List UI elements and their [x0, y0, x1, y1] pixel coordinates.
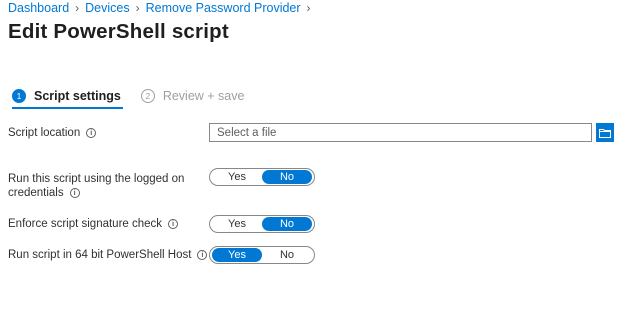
script-location-input[interactable]: [209, 123, 592, 142]
run-64bit-no[interactable]: No: [262, 248, 312, 262]
info-icon[interactable]: i: [86, 127, 97, 138]
step-review-save[interactable]: 2 Review + save: [140, 89, 245, 103]
enforce-signature-no[interactable]: No: [262, 217, 312, 231]
step-label: Review + save: [162, 89, 245, 103]
script-location-label: Script location: [8, 127, 81, 139]
run-logged-on-no[interactable]: No: [262, 170, 312, 184]
script-location-label-row: Script location i: [8, 127, 97, 139]
run-logged-on-toggle[interactable]: Yes No: [209, 168, 315, 186]
info-icon[interactable]: i: [69, 188, 80, 198]
enforce-signature-yes[interactable]: Yes: [212, 217, 262, 231]
breadcrumb: Dashboard › Devices › Remove Password Pr…: [8, 1, 317, 15]
step-number-badge: 1: [12, 89, 26, 103]
run-64bit-label: Run script in 64 bit PowerShell Host: [8, 249, 192, 261]
step-number-badge: 2: [140, 89, 155, 103]
wizard-steps: 1 Script settings 2 Review + save: [12, 89, 264, 109]
enforce-signature-label-row: Enforce script signature check i: [8, 218, 179, 230]
info-icon[interactable]: i: [168, 218, 179, 229]
run-64bit-yes[interactable]: Yes: [212, 248, 262, 262]
chevron-right-icon: ›: [75, 1, 80, 15]
run-64bit-label-row: Run script in 64 bit PowerShell Host i: [8, 249, 208, 261]
page-title: Edit PowerShell script: [8, 20, 229, 43]
breadcrumb-remove-password-provider[interactable]: Remove Password Provider: [146, 1, 301, 15]
run-logged-on-label-line2: credentials: [8, 187, 64, 199]
info-icon[interactable]: i: [197, 249, 208, 260]
step-label: Script settings: [34, 89, 121, 103]
browse-file-button[interactable]: [596, 123, 614, 142]
chevron-right-icon: ›: [306, 1, 311, 15]
folder-icon: [599, 128, 611, 138]
breadcrumb-dashboard[interactable]: Dashboard: [8, 1, 69, 15]
run-logged-on-yes[interactable]: Yes: [212, 170, 262, 184]
run-logged-on-label-row: Run this script using the logged on cred…: [8, 172, 184, 200]
enforce-signature-label: Enforce script signature check: [8, 218, 163, 230]
step-script-settings[interactable]: 1 Script settings: [12, 89, 123, 109]
run-logged-on-label-line1: Run this script using the logged on: [8, 173, 185, 185]
enforce-signature-toggle[interactable]: Yes No: [209, 215, 315, 233]
run-64bit-toggle[interactable]: Yes No: [209, 246, 315, 264]
chevron-right-icon: ›: [135, 1, 140, 15]
breadcrumb-devices[interactable]: Devices: [85, 1, 129, 15]
